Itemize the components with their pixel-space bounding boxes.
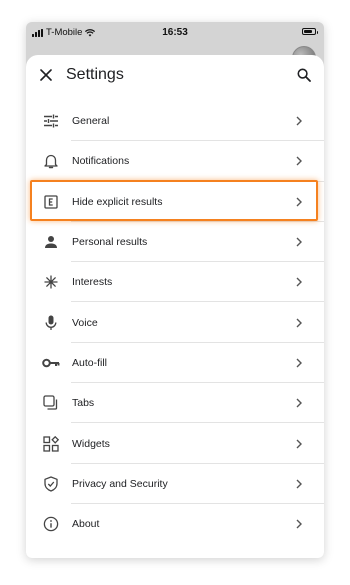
settings-item-label: Interests [72, 276, 113, 289]
settings-item-label: About [72, 518, 100, 531]
settings-item-label: Notifications [72, 155, 130, 168]
key-icon [42, 354, 60, 372]
settings-header: Settings [26, 55, 324, 95]
settings-item-general[interactable]: General [26, 101, 324, 142]
settings-item-label: Personal results [72, 236, 148, 249]
settings-item-personal-results[interactable]: Personal results [26, 222, 324, 263]
chevron-right-icon [294, 236, 304, 248]
sliders-icon [42, 112, 60, 130]
settings-item-label: Widgets [72, 437, 110, 450]
settings-item-about[interactable]: About [26, 504, 324, 544]
person-icon [42, 233, 60, 251]
search-button[interactable] [294, 65, 314, 85]
search-icon [297, 68, 311, 82]
settings-item-notifications[interactable]: Notifications [26, 141, 324, 182]
widgets-icon [42, 435, 60, 453]
battery-icon [302, 28, 318, 35]
settings-list: General Notifications Hide explicit resu… [26, 101, 324, 544]
settings-item-privacy-and-security[interactable]: Privacy and Security [26, 464, 324, 505]
chevron-right-icon [294, 155, 304, 167]
chevron-right-icon [294, 196, 304, 208]
settings-item-label: Voice [72, 316, 98, 329]
settings-item-tabs[interactable]: Tabs [26, 383, 324, 424]
chevron-right-icon [294, 357, 304, 369]
chevron-right-icon [294, 115, 304, 127]
bell-icon [42, 152, 60, 170]
close-button[interactable] [36, 65, 56, 85]
settings-item-label: Hide explicit results [72, 195, 163, 208]
page-title: Settings [66, 66, 124, 83]
settings-item-label: General [72, 115, 110, 128]
settings-item-label: Privacy and Security [72, 477, 168, 490]
asterisk-icon [42, 273, 60, 291]
settings-item-label: Tabs [72, 397, 95, 410]
chevron-right-icon [294, 438, 304, 450]
info-icon [42, 515, 60, 533]
chevron-right-icon [294, 276, 304, 288]
phone-screen: T-Mobile 16:53 Settings General Notifica… [26, 22, 324, 558]
settings-item-hide-explicit-results[interactable]: Hide explicit results [26, 182, 324, 223]
settings-item-voice[interactable]: Voice [26, 302, 324, 344]
settings-item-label: Auto-fill [72, 356, 108, 369]
settings-sheet: Settings General Notifications Hide expl… [26, 55, 324, 558]
microphone-icon [42, 314, 60, 332]
shield-icon [42, 475, 60, 493]
settings-item-auto-fill[interactable]: Auto-fill [26, 343, 324, 384]
close-icon [40, 69, 52, 81]
status-bar: T-Mobile 16:53 [26, 22, 324, 44]
chevron-right-icon [294, 478, 304, 490]
tabs-icon [42, 394, 60, 412]
settings-item-interests[interactable]: Interests [26, 262, 324, 303]
chevron-right-icon [294, 317, 304, 329]
chevron-right-icon [294, 518, 304, 530]
settings-item-widgets[interactable]: Widgets [26, 423, 324, 464]
chevron-right-icon [294, 397, 304, 409]
screenshot-stage: T-Mobile 16:53 Settings General Notifica… [0, 0, 350, 585]
explicit-icon [42, 193, 60, 211]
clock: 16:53 [162, 27, 188, 38]
